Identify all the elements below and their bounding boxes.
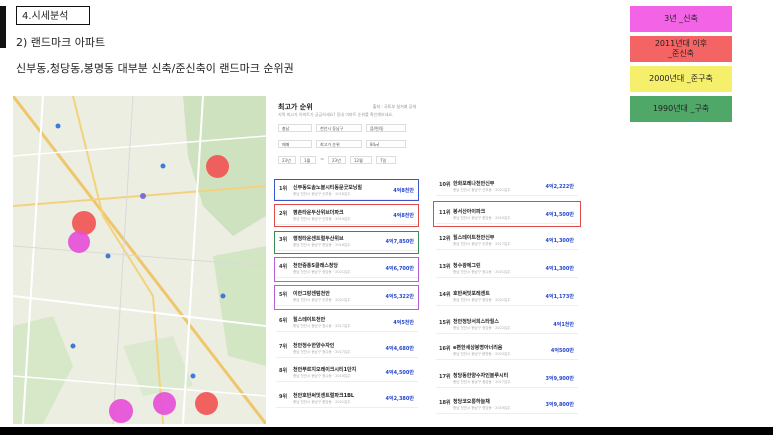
rank-row[interactable]: 7위 천안청수한양수자인 충남 천안시 동남구 청수동 · 2017입주 4억4… — [276, 338, 418, 358]
rank-row[interactable]: 17위 청당동한양수자인블루시티 충남 천안시 동남구 청당동 · 2017입주… — [436, 368, 578, 388]
map-marker-new[interactable] — [153, 392, 176, 415]
section-label: 4.시세분석 — [16, 6, 90, 25]
map-marker-semi-new[interactable] — [195, 392, 218, 415]
highlight-rank-11 — [433, 201, 581, 227]
rank-row[interactable]: 18위 청당코오롱하늘채 충남 천안시 동남구 청당동 · 2019입주 3억9… — [436, 394, 578, 414]
panel-source: 출처 : 국토부 실거래 공개 — [372, 104, 416, 109]
rank-row[interactable]: 9위 천안호반써밋센트럴파크1BL 충남 천안시 동남구 청당동 · 2021입… — [276, 388, 418, 408]
highlight-rank-4 — [274, 257, 419, 282]
filter-dong[interactable]: 읍/면/동 — [366, 124, 406, 132]
rank-row[interactable]: 6위 힐스테이트천안 충남 천안시 동남구 청수동 · 2017입주 4억5천만 — [276, 312, 418, 332]
highlight-rank-5 — [274, 285, 419, 310]
highlight-rank-3 — [274, 231, 419, 254]
map-marker-new[interactable] — [109, 399, 133, 423]
panel-title: 최고가 순위 — [278, 103, 313, 111]
filter-start-month[interactable]: 1월 — [300, 156, 316, 164]
accent-bar — [0, 6, 6, 48]
filter-end-month[interactable]: 12월 — [350, 156, 372, 164]
legend-semi-new: 2011년대 이후 _준신축 — [630, 36, 732, 62]
filter-size[interactable]: 84㎡ — [366, 140, 406, 148]
map[interactable] — [13, 96, 266, 424]
legend-old: 1990년대 _구축 — [630, 96, 732, 122]
rank-row[interactable]: 12위 힐스테이트천안신부 충남 천안시 동남구 신부동 · 2017입주 4억… — [436, 230, 578, 250]
legend-semi-old: 2000년대 _준구축 — [630, 66, 732, 92]
filter-start-year[interactable]: 23년 — [278, 156, 296, 164]
rank-row[interactable]: 13위 청수광에그린 충남 천안시 동남구 청수동 · 2021입주 4억1,3… — [436, 258, 578, 278]
filter-region[interactable]: 충남 — [278, 124, 312, 132]
map-marker-semi-new[interactable] — [206, 155, 229, 178]
filter-end-day[interactable]: 7일 — [376, 156, 396, 164]
bottom-bar — [0, 427, 773, 435]
highlight-rank-2 — [274, 204, 419, 227]
summary-text: 신부동,청당동,봉명동 대부분 신축/준신축이 랜드마크 순위권 — [16, 62, 294, 75]
rank-row[interactable]: 10위 한화포레나천안신부 충남 천안시 동남구 신부동 · 2021입주 4억… — [436, 176, 578, 196]
highlight-rank-1 — [274, 179, 419, 201]
filter-sort[interactable]: 최고가 순위 — [316, 140, 362, 148]
map-marker-new[interactable] — [68, 231, 90, 253]
rank-row[interactable]: 14위 호반써밋포레센트 충남 천안시 동남구 청당동 · 2021입주 4억1… — [436, 286, 578, 306]
panel-description: 지역 최고가 아파트가 궁금하세요? 동네 아파트 순위를 확인해보세요. — [278, 112, 394, 117]
map-base — [13, 96, 266, 424]
rank-row[interactable]: 8위 천안푸르지오레이크시티1단지 충남 천안시 동남구 청수동 · 2016입… — [276, 362, 418, 382]
filter-end-year[interactable]: 23년 — [328, 156, 346, 164]
rank-row[interactable]: 15위 천안청당서희스타힐스 충남 천안시 동남구 청당동 · 2022입주 4… — [436, 314, 578, 334]
legend-new: 3년 _신축 — [630, 6, 732, 32]
filter-trade[interactable]: 매매 — [278, 140, 312, 148]
subtitle: 2) 랜드마크 아파트 — [16, 36, 106, 49]
date-separator: ~ — [320, 157, 325, 163]
rank-row[interactable]: 16위 e편한세상봉명아너리움 충남 천안시 동남구 봉명동 · 2020입주 … — [436, 340, 578, 360]
filter-city[interactable]: 천안시 동남구 — [316, 124, 362, 132]
